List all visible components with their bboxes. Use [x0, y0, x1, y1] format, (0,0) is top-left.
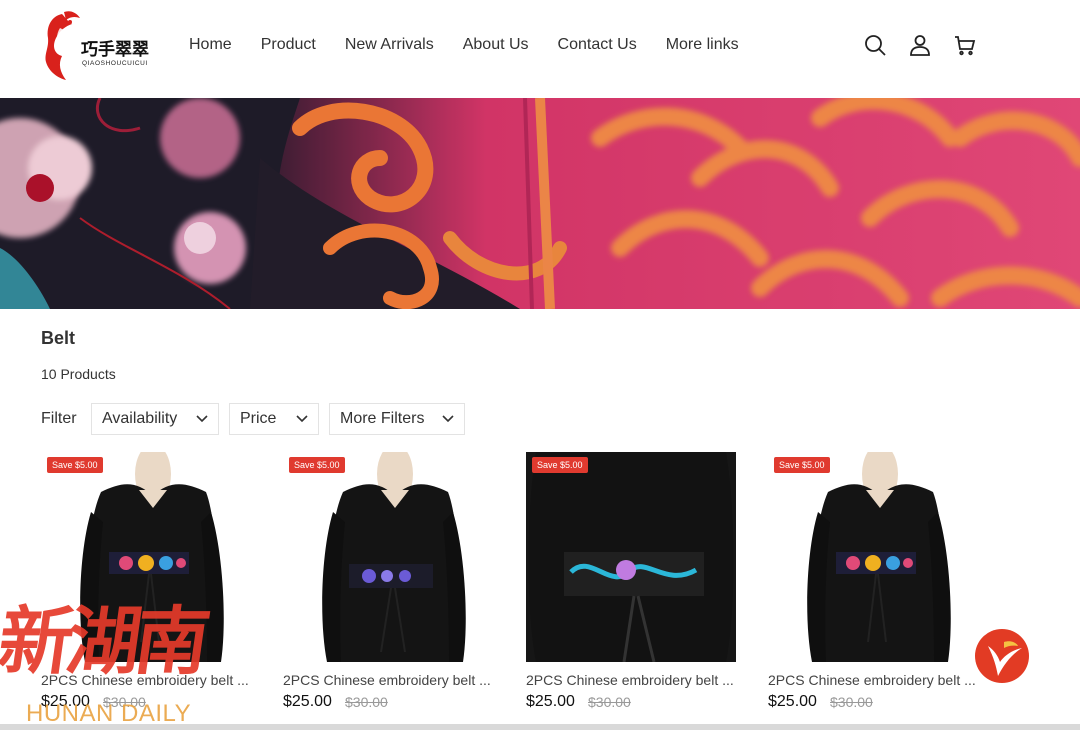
filter-price-button[interactable]: Price — [229, 403, 319, 435]
nav-item-product[interactable]: Product — [261, 36, 316, 54]
account-icon[interactable] — [908, 33, 932, 57]
product-image[interactable]: Save $5.00 — [768, 452, 978, 662]
nav-item-home[interactable]: Home — [189, 36, 232, 54]
product-card[interactable]: Save $5.00 2PCS Chinese embroidery belt … — [526, 452, 736, 710]
embroidery-banner-art — [0, 98, 1080, 309]
nav-item-more-links[interactable]: More links — [666, 36, 739, 54]
product-card[interactable]: Save $5.00 2PCS Chinese embroidery belt … — [283, 452, 493, 710]
product-price: $25.00 — [768, 693, 817, 710]
page-bottom-divider — [0, 724, 1080, 730]
product-price: $25.00 — [41, 693, 90, 710]
cart-icon[interactable] — [953, 33, 977, 57]
product-card[interactable]: Save $5.00 2PCS Chinese embroidery belt … — [41, 452, 251, 710]
nav-item-new-arrivals[interactable]: New Arrivals — [345, 36, 434, 54]
product-photo-mannequin — [526, 452, 736, 662]
nav-item-about-us[interactable]: About Us — [463, 36, 529, 54]
filter-price-label: Price — [240, 410, 277, 427]
sale-badge: Save $5.00 — [532, 457, 588, 473]
product-photo-mannequin — [807, 452, 951, 662]
news-app-logo-icon — [975, 629, 1029, 683]
chevron-down-icon — [196, 415, 208, 423]
filter-availability-button[interactable]: Availability — [91, 403, 219, 435]
brand-name-cn: 巧手翠翠 — [81, 40, 149, 60]
filter-availability-label: Availability — [102, 410, 178, 427]
filter-label: Filter — [41, 410, 77, 427]
brand-name-en: QIAOSHOUCUICUI — [82, 60, 148, 67]
product-title[interactable]: 2PCS Chinese embroidery belt ... — [41, 672, 253, 688]
collection-title: Belt — [41, 328, 76, 348]
product-price: $25.00 — [526, 693, 575, 710]
product-card[interactable]: Save $5.00 2PCS Chinese embroidery belt … — [768, 452, 978, 710]
chevron-down-icon — [296, 415, 308, 423]
product-photo-mannequin — [322, 452, 466, 662]
filter-more-filters-label: More Filters — [340, 410, 425, 427]
product-compare-price: $30.00 — [103, 694, 146, 710]
product-compare-price: $30.00 — [345, 694, 388, 710]
sale-badge: Save $5.00 — [289, 457, 345, 473]
product-price: $25.00 — [283, 693, 332, 710]
product-compare-price: $30.00 — [588, 694, 631, 710]
brand-logo[interactable]: 巧手翠翠 QIAOSHOUCUICUI — [40, 8, 152, 84]
chevron-down-icon — [442, 415, 454, 423]
product-image[interactable]: Save $5.00 — [526, 452, 736, 662]
sale-badge: Save $5.00 — [774, 457, 830, 473]
search-icon[interactable] — [863, 33, 887, 57]
product-image[interactable]: Save $5.00 — [41, 452, 251, 662]
product-title[interactable]: 2PCS Chinese embroidery belt ... — [768, 672, 980, 688]
main-nav: Home Product New Arrivals About Us Conta… — [189, 36, 768, 54]
brand-logo-mark — [45, 11, 80, 80]
product-image[interactable]: Save $5.00 — [283, 452, 493, 662]
header-actions — [863, 33, 998, 57]
product-count: 10 Products — [41, 366, 116, 382]
product-title[interactable]: 2PCS Chinese embroidery belt ... — [283, 672, 495, 688]
product-compare-price: $30.00 — [830, 694, 873, 710]
collection-banner-image — [0, 98, 1080, 309]
nav-item-contact-us[interactable]: Contact Us — [558, 36, 637, 54]
product-photo-mannequin — [80, 452, 224, 662]
product-title[interactable]: 2PCS Chinese embroidery belt ... — [526, 672, 738, 688]
sale-badge: Save $5.00 — [47, 457, 103, 473]
site-header: 巧手翠翠 QIAOSHOUCUICUI Home Product New Arr… — [0, 0, 1080, 98]
filter-more-filters-button[interactable]: More Filters — [329, 403, 465, 435]
